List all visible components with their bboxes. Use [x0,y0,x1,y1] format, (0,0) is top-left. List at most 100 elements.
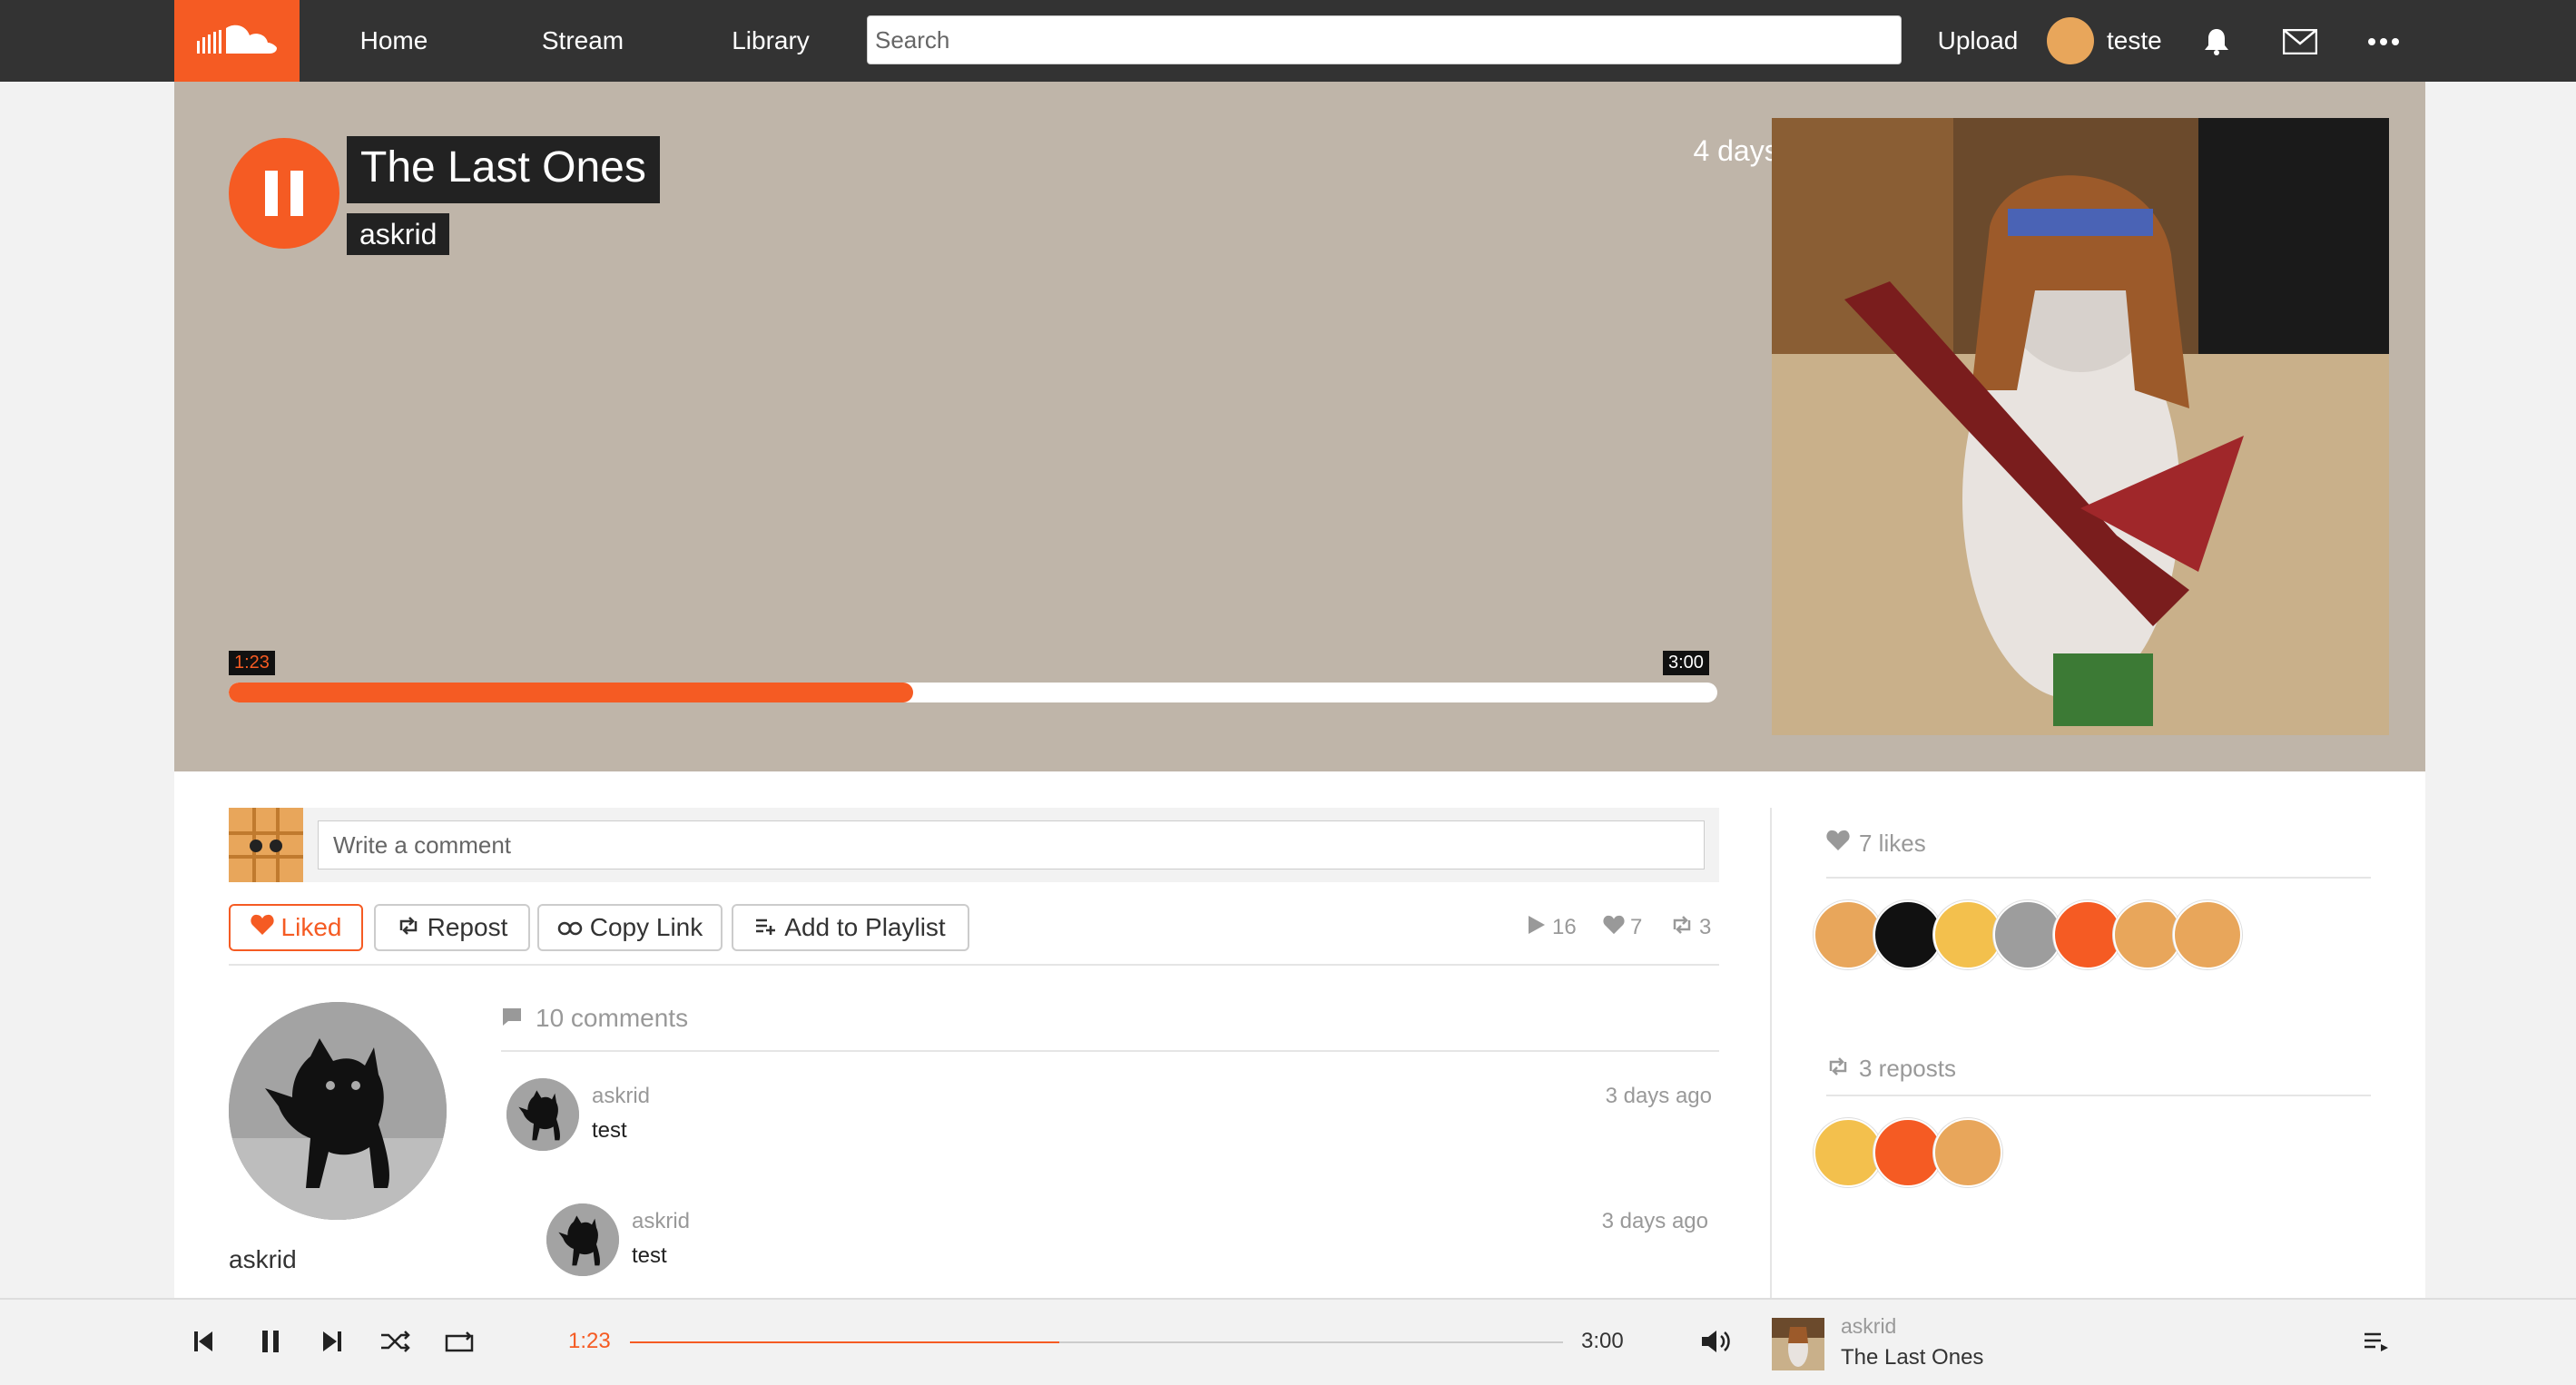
comment-username[interactable]: askrid [632,1209,690,1234]
heart-icon [250,913,274,942]
like-count: 7 [1603,912,1642,943]
repost-button[interactable]: Repost [374,904,530,951]
comment-text: test [592,1118,627,1143]
liker-avatar[interactable] [2053,900,2122,969]
comment-icon [501,1004,523,1033]
repost-count: 3 [1670,912,1711,943]
comment-text: test [632,1243,667,1268]
repost-icon [1826,1055,1850,1083]
waveform-progress-bar[interactable] [229,683,1717,702]
add-to-playlist-button-label: Add to Playlist [784,913,946,941]
copy-link-button[interactable]: Copy Link [537,904,723,951]
bottom-player: 1:23 3:00 askrid The Last Ones [0,1298,2576,1385]
progress-fill [229,683,914,702]
repeat-icon[interactable] [439,1321,479,1361]
link-icon [557,913,583,942]
volume-icon[interactable] [1696,1321,1735,1361]
reposter-avatar[interactable] [1814,1118,1883,1187]
comment-input[interactable] [318,820,1705,869]
divider [1826,1095,2371,1096]
player-progress-bar[interactable] [630,1341,1563,1343]
liker-avatar[interactable] [1933,900,2002,969]
soundcloud-logo-icon[interactable] [174,0,300,82]
uploader-avatar[interactable] [229,1002,447,1220]
liker-avatar[interactable] [1993,900,2062,969]
player-title[interactable]: The Last Ones [1841,1345,1983,1370]
add-to-playlist-button[interactable]: Add to Playlist [732,904,969,951]
likes-header-label: 7 likes [1859,830,1926,857]
reposters-list [1814,1118,2002,1187]
sidebar-divider [1770,808,1772,1298]
comment-time: 3 days ago [1605,1084,1712,1108]
player-progress-fill [630,1341,1059,1343]
likes-header[interactable]: 7 likes [1826,830,1926,858]
heart-icon [1603,915,1625,941]
mail-icon[interactable] [2282,24,2318,60]
play-count: 16 [1527,912,1577,943]
username: teste [2107,26,2162,54]
likers-list [1814,900,2242,969]
track-artwork [1772,118,2389,735]
comment-avatar[interactable] [506,1078,579,1151]
divider [501,1050,1719,1052]
shuffle-icon[interactable] [376,1321,416,1361]
comment-item: askrid test 3 days ago [506,1078,1712,1151]
user-avatar [2047,17,2094,64]
divider [1826,877,2371,879]
previous-icon[interactable] [183,1321,223,1361]
repost-count-value: 3 [1699,915,1712,939]
track-title: The Last Ones [347,136,660,203]
search-input[interactable] [867,15,1902,64]
track-hero: The Last Ones askrid 4 days ago 1:23 3:0… [174,82,2425,771]
next-icon[interactable] [312,1321,352,1361]
commenter-avatar [229,808,303,882]
comment-time: 3 days ago [1601,1209,1708,1233]
nav-upload[interactable]: Upload [1924,0,2031,82]
comment-form [229,808,1719,882]
like-button-label: Liked [280,913,342,941]
reposts-header-label: 3 reposts [1859,1055,1956,1082]
user-menu[interactable]: teste [2047,17,2162,64]
comment-username[interactable]: askrid [592,1084,650,1109]
divider [229,964,1719,966]
nav-home[interactable]: Home [329,0,459,82]
repost-icon [1670,915,1694,941]
nav-stream[interactable]: Stream [519,0,646,82]
reposter-avatar[interactable] [1933,1118,2002,1187]
play-count-value: 16 [1552,915,1577,939]
player-duration: 3:00 [1581,1329,1624,1353]
play-icon [1527,914,1547,942]
repost-button-label: Repost [427,913,508,941]
nav-library[interactable]: Library [712,0,830,82]
top-nav: Home Stream Library Upload teste [0,0,2576,82]
pause-button[interactable] [229,138,339,249]
uploader-name[interactable]: askrid [229,1245,297,1274]
player-elapsed-time: 1:23 [568,1329,611,1353]
comment-avatar[interactable] [546,1203,619,1276]
copy-link-button-label: Copy Link [589,913,703,941]
liker-avatar[interactable] [1814,900,1883,969]
reposter-avatar[interactable] [1873,1118,1942,1187]
track-artist[interactable]: askrid [347,213,450,255]
track-duration: 3:00 [1663,651,1709,675]
bell-icon[interactable] [2198,24,2235,60]
like-count-value: 7 [1630,915,1643,939]
like-button[interactable]: Liked [229,904,363,951]
add-to-playlist-icon [755,913,777,942]
queue-icon[interactable] [2356,1321,2396,1361]
reposts-header[interactable]: 3 reposts [1826,1055,1956,1083]
liker-avatar[interactable] [1873,900,1942,969]
liker-avatar[interactable] [2113,900,2182,969]
comments-count: 10 comments [536,1004,689,1032]
heart-icon [1826,830,1850,858]
more-icon[interactable] [2365,24,2402,60]
track-content: Liked Repost Copy Link Add to Playlist 1… [174,771,2425,1298]
liker-avatar[interactable] [2173,900,2242,969]
comments-header: 10 comments [501,1004,688,1033]
player-artwork[interactable] [1772,1318,1824,1370]
elapsed-time: 1:23 [229,651,275,675]
repost-icon [397,913,420,942]
comment-item: askrid test 3 days ago [546,1203,1708,1276]
player-artist[interactable]: askrid [1841,1314,1896,1339]
pause-icon[interactable] [251,1321,290,1361]
